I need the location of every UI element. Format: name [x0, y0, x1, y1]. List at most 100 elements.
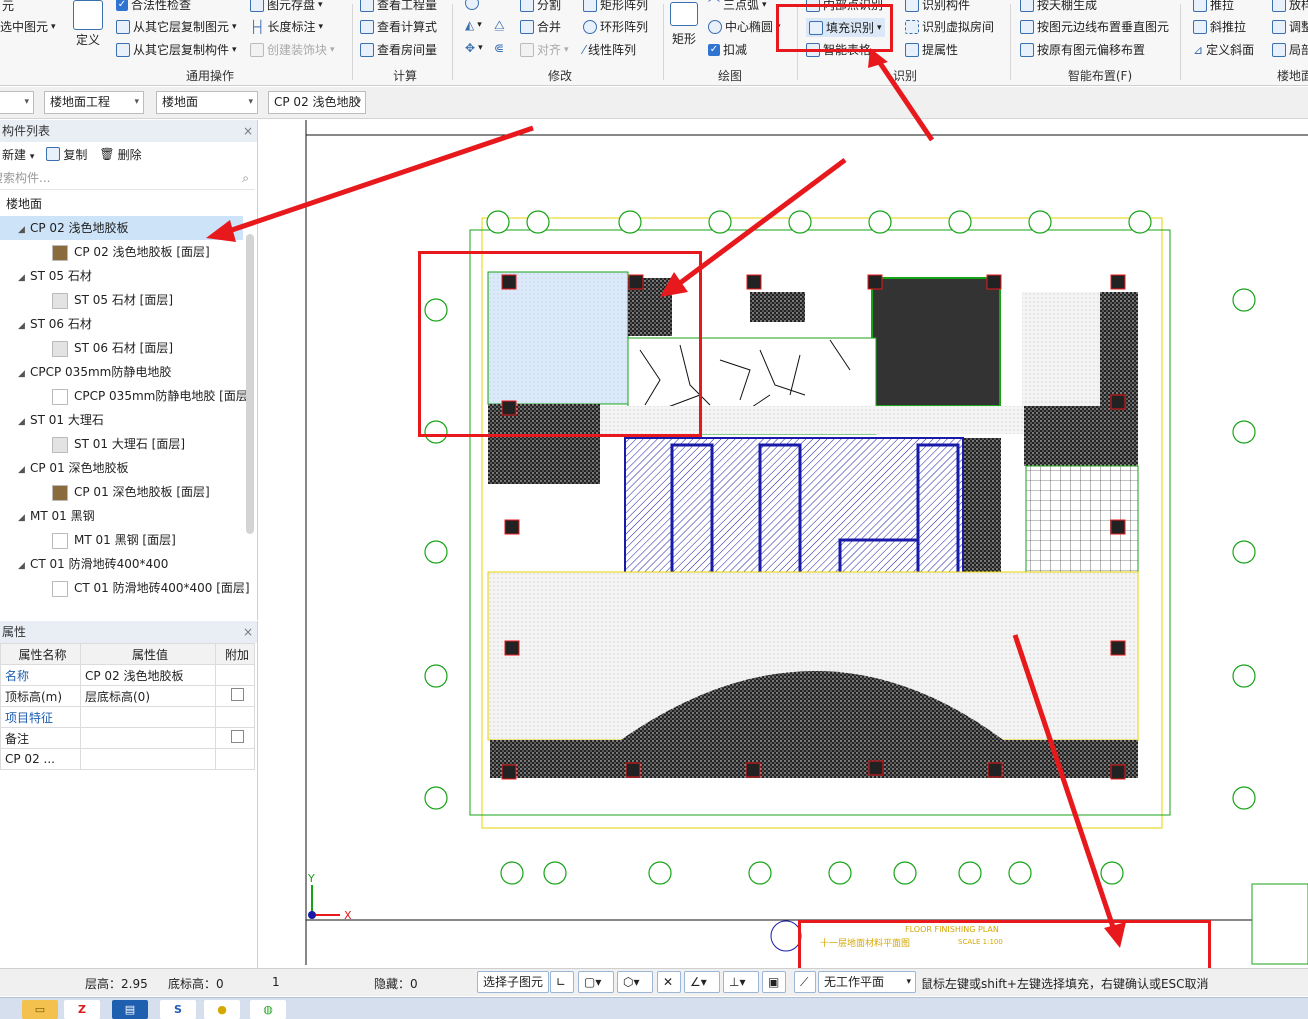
copy-from-floor-button[interactable]: 从其它层复制图元 ▾ [116, 18, 237, 35]
linear-array-button[interactable]: ⁄ 线性阵列 [583, 41, 636, 58]
collapse-icon[interactable]: ◢ [18, 362, 30, 386]
adjust-button[interactable]: 调整 [1272, 18, 1308, 35]
tree-item[interactable]: ◢ CT 01 防滑地砖400*400 [0, 552, 243, 576]
snap-button[interactable]: ∟ [550, 971, 574, 993]
tree-subitem[interactable]: CP 02 浅色地胶板 [面层] [0, 240, 243, 264]
view-formula-button[interactable]: 查看计算式 [360, 18, 437, 35]
3d-view-button[interactable]: ⬡▾ [617, 971, 653, 993]
select-child-button[interactable]: 选择子图元 [477, 971, 550, 993]
property-row[interactable]: 名称 CP 02 浅色地胶板 [0, 664, 255, 686]
tree-item[interactable]: ◢ CPCP 035mm防静电地胶 [0, 360, 243, 384]
measure-button[interactable]: ⟋ [794, 971, 816, 993]
select-in-view-button[interactable]: 选中图元 ▾ [0, 18, 56, 35]
split-button[interactable]: 分割 [520, 0, 561, 13]
property-value[interactable] [80, 706, 216, 728]
app-s-icon[interactable]: S [160, 1000, 196, 1019]
property-extra[interactable] [215, 748, 255, 770]
extract-attr-button[interactable]: 提属性 [905, 41, 958, 58]
local-button[interactable]: 局部 [1272, 41, 1308, 58]
work-plane-select[interactable]: 无工作平面 ▾ [818, 971, 916, 993]
mirror-button[interactable]: ⧋ [494, 18, 505, 33]
collapse-icon[interactable]: ◢ [18, 506, 30, 530]
tree-subitem[interactable]: ST 05 石材 [面层] [0, 288, 243, 312]
collapse-icon[interactable]: ◢ [18, 410, 30, 434]
file-explorer-icon[interactable]: ▭ [22, 1000, 58, 1019]
tree-subitem[interactable]: CPCP 035mm防静电地胶 [面层] [0, 384, 253, 408]
close-icon[interactable]: × [243, 621, 253, 643]
angle-button[interactable]: ∠▾ [684, 971, 720, 993]
checkbox[interactable] [230, 730, 244, 743]
tree-item[interactable]: ◢ ST 06 石材 [0, 312, 243, 336]
property-value[interactable] [80, 727, 216, 749]
rect-array-button[interactable]: 矩形阵列 [583, 0, 648, 13]
create-decor-button[interactable]: 创建装饰块 ▾ [250, 41, 335, 58]
collapse-icon[interactable]: ◢ [18, 458, 30, 482]
new-button[interactable]: 新建 ▾ [2, 146, 34, 163]
floor-select[interactable]: ▾ [0, 91, 34, 114]
view-room-qty-button[interactable]: 查看房间量 [360, 41, 437, 58]
checkbox[interactable] [230, 688, 244, 701]
length-dimension-button[interactable]: ├┤ 长度标注 ▾ [250, 18, 323, 35]
wechat-icon[interactable]: ◍ [250, 1000, 286, 1019]
project-select[interactable]: 楼地面工程 ▾ [44, 91, 144, 114]
recognize-virtual-room-button[interactable]: 识别虚拟房间 [905, 18, 994, 35]
app-yellow-icon[interactable]: ● [204, 1000, 240, 1019]
property-value[interactable]: 层底标高(0) [80, 685, 216, 707]
cross-button[interactable]: ✕ [657, 971, 681, 993]
tree-subitem[interactable]: ST 01 大理石 [面层] [0, 432, 243, 456]
drawing-canvas[interactable]: FLOOR FINISHING PLAN 十一层地面材料平面图 SCALE 1:… [270, 120, 1308, 970]
recognize-component-button[interactable]: 识别构件 [905, 0, 970, 13]
merge-button[interactable]: 合并 [520, 18, 561, 35]
deduct-toggle[interactable]: ✓ 扣减 [708, 41, 747, 58]
component-select[interactable]: CP 02 浅色地胶 ▾ [268, 91, 366, 114]
property-extra[interactable] [215, 727, 255, 749]
tree-root[interactable]: 楼地面 [6, 192, 249, 216]
tree-subitem[interactable]: CP 01 深色地胶板 [面层] [0, 480, 243, 504]
property-row[interactable]: CP 02 ... [0, 748, 255, 770]
app-z-icon[interactable]: Z [64, 1000, 100, 1019]
center-ellipse-button[interactable]: 中心椭圆 ▾ [708, 18, 781, 35]
property-row[interactable]: 备注 [0, 727, 255, 749]
property-row[interactable]: 顶标高(m) 层底标高(0) [0, 685, 255, 707]
close-icon[interactable]: × [243, 120, 253, 142]
copy-component-button[interactable]: 从其它层复制构件 ▾ [116, 41, 237, 58]
tree-item[interactable]: ◢ CP 01 深色地胶板 [0, 456, 243, 480]
view-quantity-button[interactable]: 查看工程量 [360, 0, 437, 13]
ortho-button[interactable]: ⊥▾ [723, 971, 759, 993]
push-pull-button[interactable]: 推拉 [1193, 0, 1234, 13]
move-button[interactable]: ✥ ▾ [465, 41, 483, 55]
tree-subitem[interactable]: MT 01 黑钢 [面层] [0, 528, 243, 552]
tree-subitem[interactable]: CT 01 防滑地砖400*400 [面层] [0, 576, 250, 600]
collapse-icon[interactable]: ◢ [18, 218, 30, 242]
loft-button[interactable]: 放样 [1272, 0, 1308, 13]
monitor-button[interactable]: ▣ [762, 971, 786, 993]
circle-tool-button[interactable] [465, 0, 479, 10]
offset-button[interactable]: ⋐ [494, 41, 504, 55]
property-value[interactable] [80, 748, 216, 770]
offset-layout-button[interactable]: 按原有图元偏移布置 [1020, 41, 1145, 58]
slope-push-button[interactable]: 斜推拉 [1193, 18, 1246, 35]
copy-button[interactable]: 复制 [46, 146, 87, 163]
collapse-icon[interactable]: ◢ [18, 266, 30, 290]
align-button[interactable]: 对齐 ▾ [520, 41, 569, 58]
tree-item[interactable]: ◢ MT 01 黑钢 [0, 504, 243, 528]
inner-point-recognize-button[interactable]: 内部点识别 [806, 0, 883, 13]
ribbon-col1-a[interactable]: 元 [2, 0, 14, 14]
property-value[interactable]: CP 02 浅色地胶板 [80, 664, 216, 686]
tree-item[interactable]: ◢ ST 01 大理石 [0, 408, 243, 432]
define-button[interactable]: 定义 [73, 0, 103, 48]
collapse-icon[interactable]: ◢ [18, 554, 30, 578]
tree-scrollbar[interactable] [246, 234, 254, 534]
triangle-tool-button[interactable]: ◭ ▾ [465, 18, 482, 32]
property-extra[interactable] [215, 685, 255, 707]
rect-draw-button[interactable]: 矩形 [670, 0, 698, 47]
tree-item[interactable]: ◢ ST 05 石材 [0, 264, 243, 288]
collapse-icon[interactable]: ◢ [18, 314, 30, 338]
delete-button[interactable]: 🗑 删除 [99, 146, 141, 163]
property-extra[interactable] [215, 664, 255, 686]
category-select[interactable]: 楼地面 ▾ [156, 91, 258, 114]
tree-item[interactable]: ◢ CP 02 浅色地胶板 [0, 216, 243, 240]
fill-recognize-button[interactable]: 填充识别 ▾ [806, 18, 885, 37]
ring-array-button[interactable]: 环形阵列 [583, 18, 648, 35]
edge-layout-button[interactable]: 按图元边线布置垂直图元 [1020, 18, 1169, 35]
